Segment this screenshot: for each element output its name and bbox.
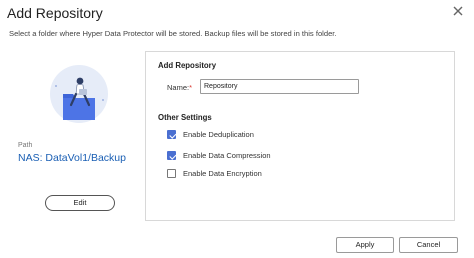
deduplication-option[interactable]: Enable Deduplication — [167, 129, 254, 140]
encryption-option[interactable]: Enable Data Encryption — [167, 168, 262, 179]
cancel-button[interactable]: Cancel — [399, 237, 458, 253]
dialog-description: Select a folder where Hyper Data Protect… — [9, 29, 337, 38]
name-label-text: Name: — [167, 83, 190, 92]
path-label: Path — [18, 142, 33, 149]
section-title: Add Repository — [158, 61, 217, 70]
deduplication-checkbox[interactable] — [167, 130, 176, 139]
encryption-label: Enable Data Encryption — [183, 169, 262, 178]
name-label: Name:* — [167, 83, 192, 92]
compression-label: Enable Data Compression — [183, 151, 271, 160]
compression-option[interactable]: Enable Data Compression — [167, 150, 271, 161]
required-marker: * — [189, 83, 193, 92]
encryption-checkbox[interactable] — [167, 169, 176, 178]
dialog-title: Add Repository — [7, 5, 103, 21]
path-value: NAS: DataVol1/Backup — [18, 152, 126, 164]
deduplication-label: Enable Deduplication — [183, 130, 254, 139]
add-repository-form: Add Repository Name:* Other Settings Ena… — [145, 51, 455, 221]
repository-summary-panel: Path NAS: DataVol1/Backup Edit — [0, 48, 136, 228]
edit-button[interactable]: Edit — [45, 195, 115, 211]
person-on-folder-illustration — [50, 65, 108, 123]
compression-checkbox[interactable] — [167, 151, 176, 160]
close-icon[interactable] — [450, 3, 466, 19]
other-settings-title: Other Settings — [158, 113, 212, 122]
apply-button[interactable]: Apply — [336, 237, 394, 253]
name-input[interactable] — [200, 79, 359, 94]
